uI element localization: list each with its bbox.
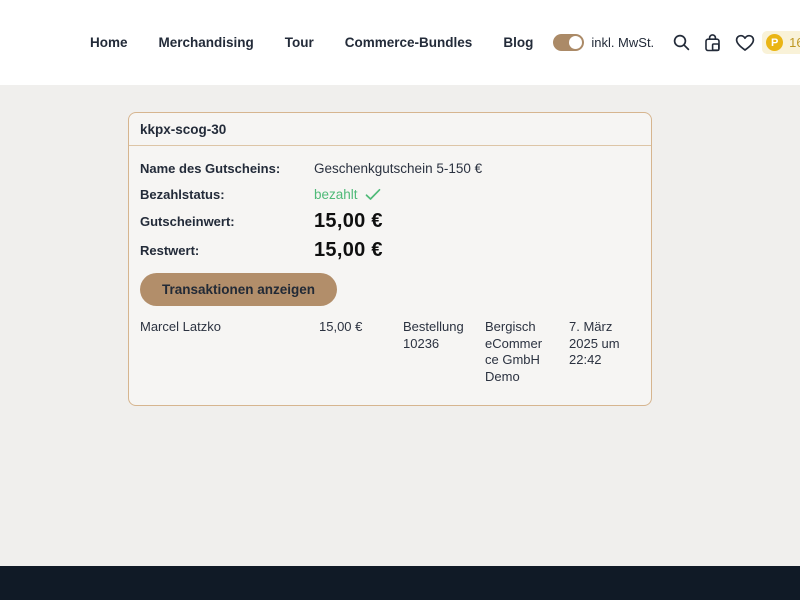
- show-transactions-button[interactable]: Transaktionen anzeigen: [140, 273, 337, 306]
- transaction-amount: 15,00 €: [319, 319, 403, 385]
- vat-toggle-label: inkl. MwSt.: [591, 35, 654, 50]
- payment-status-row: Bezahlstatus: bezahlt: [140, 181, 640, 207]
- remaining-value-row: Restwert: 15,00 €: [140, 236, 640, 265]
- check-icon: [365, 188, 381, 201]
- transaction-company: Bergisch eCommerce GmbH Demo: [485, 319, 569, 385]
- footer: [0, 566, 800, 600]
- transaction-row: Marcel Latzko 15,00 € Bestellung 10236 B…: [140, 319, 640, 405]
- points-icon: P: [766, 34, 783, 51]
- transaction-date: 7. März 2025 um 22:42: [569, 319, 640, 385]
- nav-item-home[interactable]: Home: [90, 35, 128, 50]
- wishlist-heart-icon[interactable]: [735, 34, 755, 52]
- main-content: kkpx-scog-30 Name des Gutscheins: Gesche…: [0, 85, 800, 566]
- voucher-value-row: Gutscheinwert: 15,00 €: [140, 207, 640, 236]
- nav-item-commerce-bundles[interactable]: Commerce-Bundles: [345, 35, 473, 50]
- nav-item-merchandising[interactable]: Merchandising: [159, 35, 254, 50]
- payment-status-value: bezahlt: [314, 187, 381, 202]
- toggle-knob: [569, 36, 582, 49]
- page: Home Merchandising Tour Commerce-Bundles…: [0, 0, 800, 600]
- voucher-value-label: Gutscheinwert:: [140, 214, 314, 229]
- transaction-customer-name: Marcel Latzko: [140, 319, 319, 385]
- vat-toggle-switch[interactable]: [553, 34, 584, 51]
- voucher-card-body: Name des Gutscheins: Geschenkgutschein 5…: [129, 146, 651, 405]
- nav-item-tour[interactable]: Tour: [285, 35, 314, 50]
- nav-right-cluster: inkl. MwSt.: [553, 31, 800, 54]
- remaining-value-amount: 15,00 €: [314, 239, 383, 262]
- vat-toggle-group: inkl. MwSt.: [553, 34, 654, 51]
- shopping-bag-icon[interactable]: [703, 33, 722, 53]
- voucher-card: kkpx-scog-30 Name des Gutscheins: Gesche…: [128, 112, 652, 406]
- voucher-name-row: Name des Gutscheins: Geschenkgutschein 5…: [140, 155, 640, 181]
- voucher-value-amount: 15,00 €: [314, 210, 383, 233]
- points-badge[interactable]: P 1660: [762, 31, 800, 54]
- top-navbar: Home Merchandising Tour Commerce-Bundles…: [0, 0, 800, 85]
- main-nav: Home Merchandising Tour Commerce-Bundles…: [90, 35, 533, 50]
- transaction-order: Bestellung 10236: [403, 319, 485, 385]
- payment-status-label: Bezahlstatus:: [140, 187, 314, 202]
- voucher-name-value: Geschenkgutschein 5-150 €: [314, 161, 482, 176]
- search-icon[interactable]: [672, 33, 691, 52]
- payment-status-text: bezahlt: [314, 187, 358, 202]
- voucher-name-label: Name des Gutscheins:: [140, 161, 314, 176]
- points-value: 1660: [789, 35, 800, 50]
- remaining-value-label: Restwert:: [140, 243, 314, 258]
- nav-item-blog[interactable]: Blog: [503, 35, 533, 50]
- voucher-code: kkpx-scog-30: [129, 113, 651, 146]
